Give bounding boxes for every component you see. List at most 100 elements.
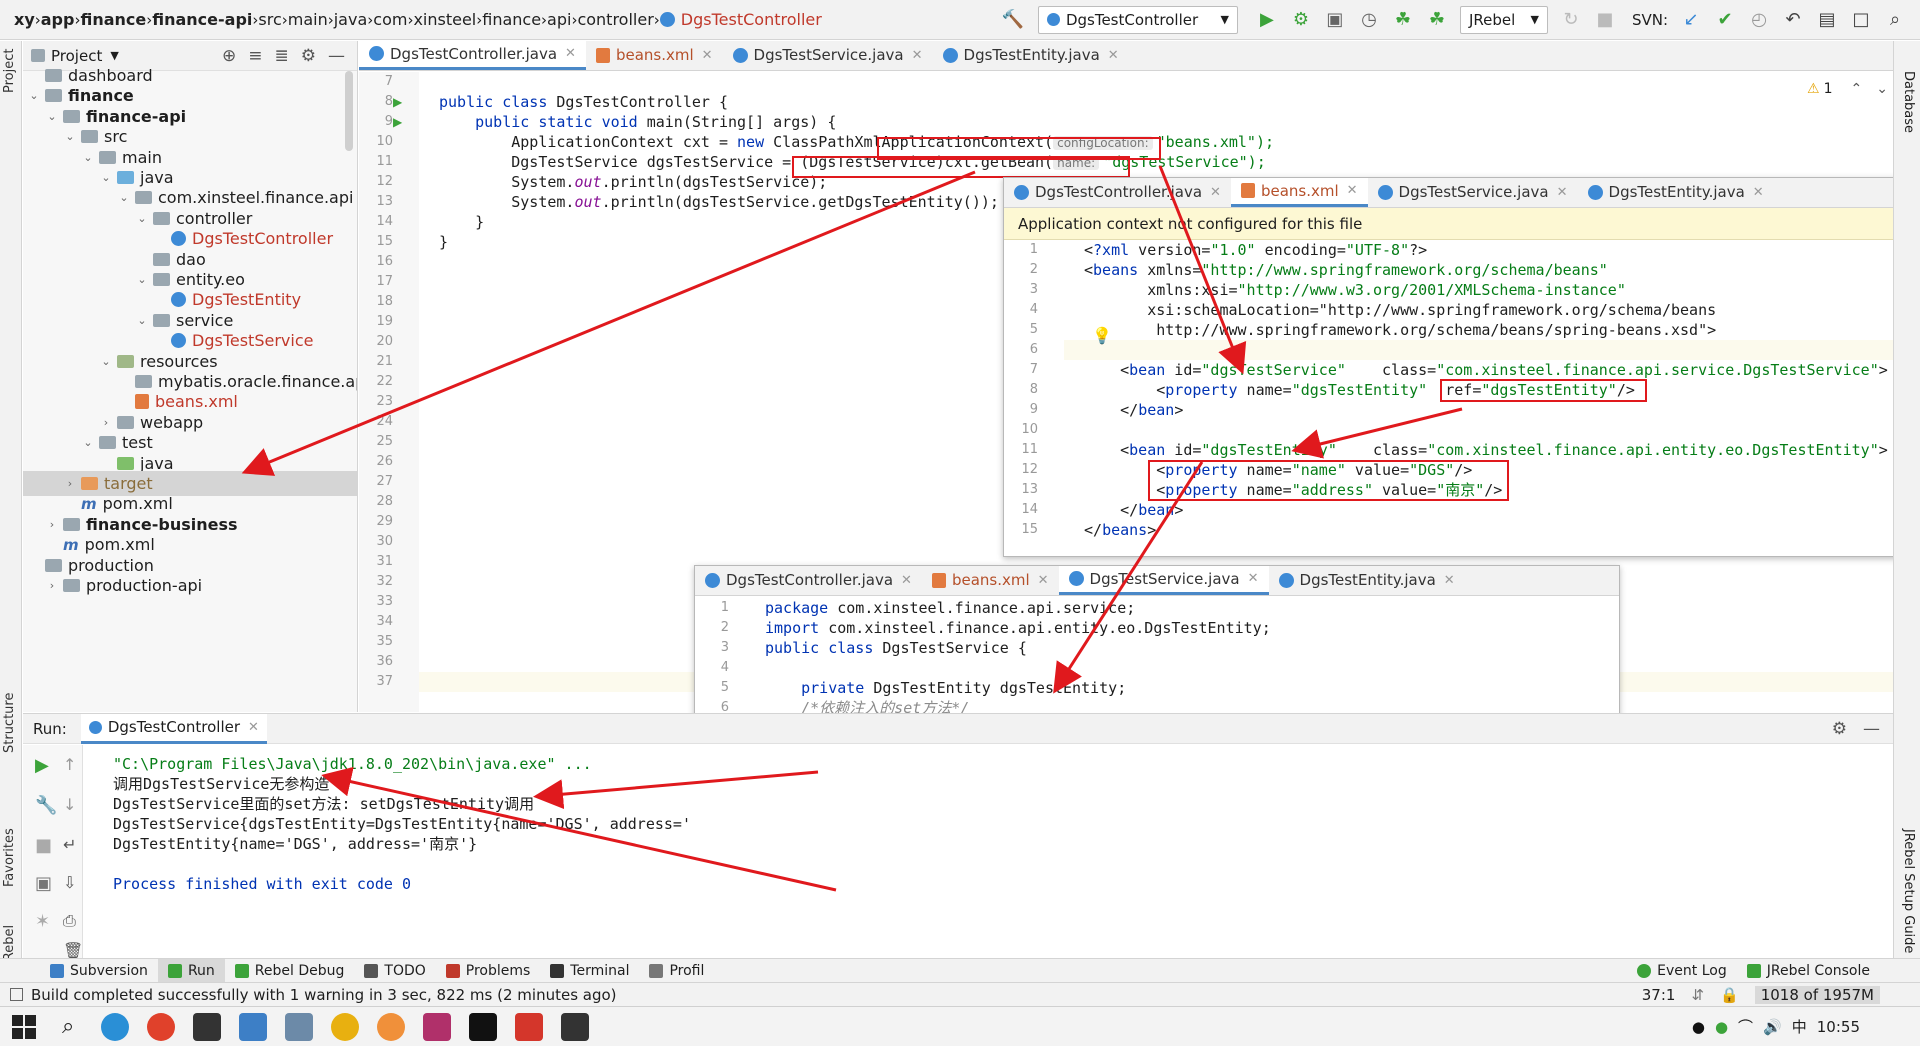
search-icon[interactable]: ⌕ xyxy=(62,1014,74,1039)
minimize-icon[interactable]: — xyxy=(328,46,345,66)
layout-icon[interactable]: □ xyxy=(1848,7,1874,33)
close-icon[interactable]: ✕ xyxy=(1210,185,1221,200)
breadcrumb-item[interactable]: finance xyxy=(482,10,541,29)
close-icon[interactable]: ✕ xyxy=(912,48,923,63)
search-icon[interactable]: ⌕ xyxy=(1882,7,1908,33)
close-icon[interactable]: ✕ xyxy=(702,48,713,63)
pin-icon[interactable]: ✶ xyxy=(35,911,50,932)
arrow-up-icon[interactable]: ↑ xyxy=(63,755,76,774)
breadcrumb-item[interactable]: xinsteel xyxy=(413,10,476,29)
chevron-down-icon[interactable]: ⌄ xyxy=(81,436,95,449)
chevron-down-icon[interactable]: ⌄ xyxy=(63,130,77,143)
close-icon[interactable]: ✕ xyxy=(1347,183,1358,198)
run-gutter-icon[interactable]: ▶ xyxy=(393,115,402,129)
close-icon[interactable]: ✕ xyxy=(1557,185,1568,200)
intellij-icon[interactable] xyxy=(469,1012,498,1041)
chevron-down-icon[interactable]: ⌄ xyxy=(1876,81,1888,97)
chevron-down-icon[interactable]: ⌄ xyxy=(135,273,149,286)
chevron-down-icon[interactable]: ⌄ xyxy=(117,191,131,204)
editor-tab[interactable]: beans.xml ✕ xyxy=(922,566,1059,595)
breadcrumb-item[interactable]: finance xyxy=(80,10,146,29)
minimize-icon[interactable]: — xyxy=(1863,719,1880,739)
camera-icon[interactable]: ▣ xyxy=(35,873,52,894)
close-icon[interactable]: ✕ xyxy=(1248,571,1259,586)
editor-tab[interactable]: DgsTestEntity.java ✕ xyxy=(1578,178,1774,207)
editor-tab[interactable]: DgsTestService.java ✕ xyxy=(1058,566,1269,595)
xml-code-area[interactable]: <?xml version="1.0" encoding="UTF-8"?> <b… xyxy=(1064,240,1914,556)
caret-position[interactable]: 37:1 xyxy=(1642,986,1676,1004)
chevron-right-icon[interactable]: › xyxy=(45,579,59,592)
gear-icon[interactable]: ⚙ xyxy=(1832,719,1847,739)
tool-window-tab[interactable]: Subversion xyxy=(40,959,158,983)
tree-node[interactable]: › production-api xyxy=(45,573,202,598)
tool-window-tab[interactable]: Terminal xyxy=(540,959,639,983)
volume-icon[interactable]: 🔊 xyxy=(1763,1018,1782,1036)
memory-indicator[interactable]: 1018 of 1957M xyxy=(1754,985,1880,1004)
chevron-right-icon[interactable]: › xyxy=(63,477,77,490)
breadcrumb-item[interactable]: com xyxy=(373,10,407,29)
tool-window-tab[interactable]: Rebel Debug xyxy=(225,959,355,983)
stop-icon[interactable]: ■ xyxy=(35,835,52,856)
tool-window-tab[interactable]: Profil xyxy=(639,959,714,983)
build-status-message[interactable]: Build completed successfully with 1 warn… xyxy=(31,986,617,1004)
close-icon[interactable]: ✕ xyxy=(1038,573,1049,588)
editor-tab[interactable]: DgsTestEntity.java ✕ xyxy=(1269,566,1465,595)
taskbar-clock[interactable]: 10:55 xyxy=(1817,1018,1860,1036)
print-icon[interactable]: ⎙ xyxy=(63,911,76,931)
breadcrumb-item[interactable]: controller xyxy=(577,10,653,29)
editor-tab[interactable]: DgsTestController.java ✕ xyxy=(359,40,586,70)
run-config-selector[interactable]: DgsTestController ▼ xyxy=(1037,5,1238,34)
editor-tab[interactable]: DgsTestService.java ✕ xyxy=(723,40,933,70)
chevron-up-icon[interactable]: ⌃ xyxy=(1850,81,1862,97)
wrench-icon[interactable]: 🔧 xyxy=(35,795,57,816)
soft-wrap-icon[interactable]: ↵ xyxy=(63,835,76,854)
event-log-tab[interactable]: Event Log xyxy=(1627,959,1737,983)
qq-icon[interactable]: ● xyxy=(1692,1018,1705,1036)
windows-start-icon[interactable] xyxy=(12,1014,36,1039)
editor-tab[interactable]: beans.xml ✕ xyxy=(1230,178,1368,207)
chevron-down-icon[interactable]: ⌄ xyxy=(27,89,41,102)
close-icon[interactable]: ✕ xyxy=(1444,573,1455,588)
chevron-right-icon[interactable]: › xyxy=(45,518,59,531)
project-panel-title[interactable]: Project xyxy=(51,47,102,65)
database-icon[interactable] xyxy=(423,1012,452,1041)
warning-indicator[interactable]: ⚠ 1 ⌃ ⌄ xyxy=(1807,81,1888,97)
coverage-icon[interactable]: ▣ xyxy=(1322,7,1348,33)
close-icon[interactable]: ✕ xyxy=(1753,185,1764,200)
breadcrumb-item[interactable]: app xyxy=(41,10,75,29)
close-icon[interactable]: ✕ xyxy=(1108,48,1119,63)
ime-icon[interactable]: 中 xyxy=(1792,1016,1807,1037)
remote-desktop-icon[interactable] xyxy=(239,1012,268,1041)
chevron-down-icon[interactable]: ⌄ xyxy=(45,110,59,123)
chevron-down-icon[interactable]: ⌄ xyxy=(99,171,113,184)
history-icon[interactable]: ◴ xyxy=(1746,7,1772,33)
stop-icon[interactable]: ■ xyxy=(1592,7,1618,33)
jrebel-selector[interactable]: JRebel ▼ xyxy=(1459,5,1548,34)
wifi-icon[interactable]: ⌒ xyxy=(1738,1016,1753,1037)
svn-update-icon[interactable]: ↙ xyxy=(1678,7,1704,33)
tool-window-tab[interactable]: TODO xyxy=(354,959,435,983)
gear-icon[interactable]: ⚙ xyxy=(301,46,316,66)
breadcrumb-item[interactable]: xy xyxy=(14,10,35,29)
editor-tab[interactable]: beans.xml ✕ xyxy=(586,40,723,70)
chevron-down-icon[interactable]: ⌄ xyxy=(135,314,149,327)
breadcrumb-item[interactable]: api xyxy=(547,10,571,29)
breadcrumb-item[interactable]: finance-api xyxy=(152,10,252,29)
editor-tab[interactable]: DgsTestEntity.java ✕ xyxy=(933,40,1129,70)
lock-icon[interactable]: 🔒 xyxy=(1720,986,1739,1004)
breadcrumb-item[interactable]: DgsTestController xyxy=(659,10,822,29)
breadcrumb-item[interactable]: src xyxy=(258,10,281,29)
close-icon[interactable]: ✕ xyxy=(565,46,576,61)
tool-window-tab[interactable]: Problems xyxy=(436,959,541,983)
editor-tab[interactable]: DgsTestService.java ✕ xyxy=(1368,178,1578,207)
rebel-debug-icon[interactable]: ☘ xyxy=(1424,7,1450,33)
rebel-run-icon[interactable]: ☘ xyxy=(1390,7,1416,33)
breadcrumb-item[interactable]: java xyxy=(334,10,368,29)
bulb-icon[interactable]: 💡 xyxy=(1092,326,1112,345)
structure-tool-tab[interactable]: Structure xyxy=(2,693,17,753)
jrebel-setup-guide-tab[interactable]: JRebel Setup Guide xyxy=(1901,829,1916,953)
locate-icon[interactable]: ⊕ xyxy=(222,46,236,66)
jrebel-console-tab[interactable]: JRebel Console xyxy=(1737,959,1880,983)
rerun-icon[interactable]: ▶ xyxy=(35,755,49,776)
project-tool-tab[interactable]: Project xyxy=(2,49,17,93)
